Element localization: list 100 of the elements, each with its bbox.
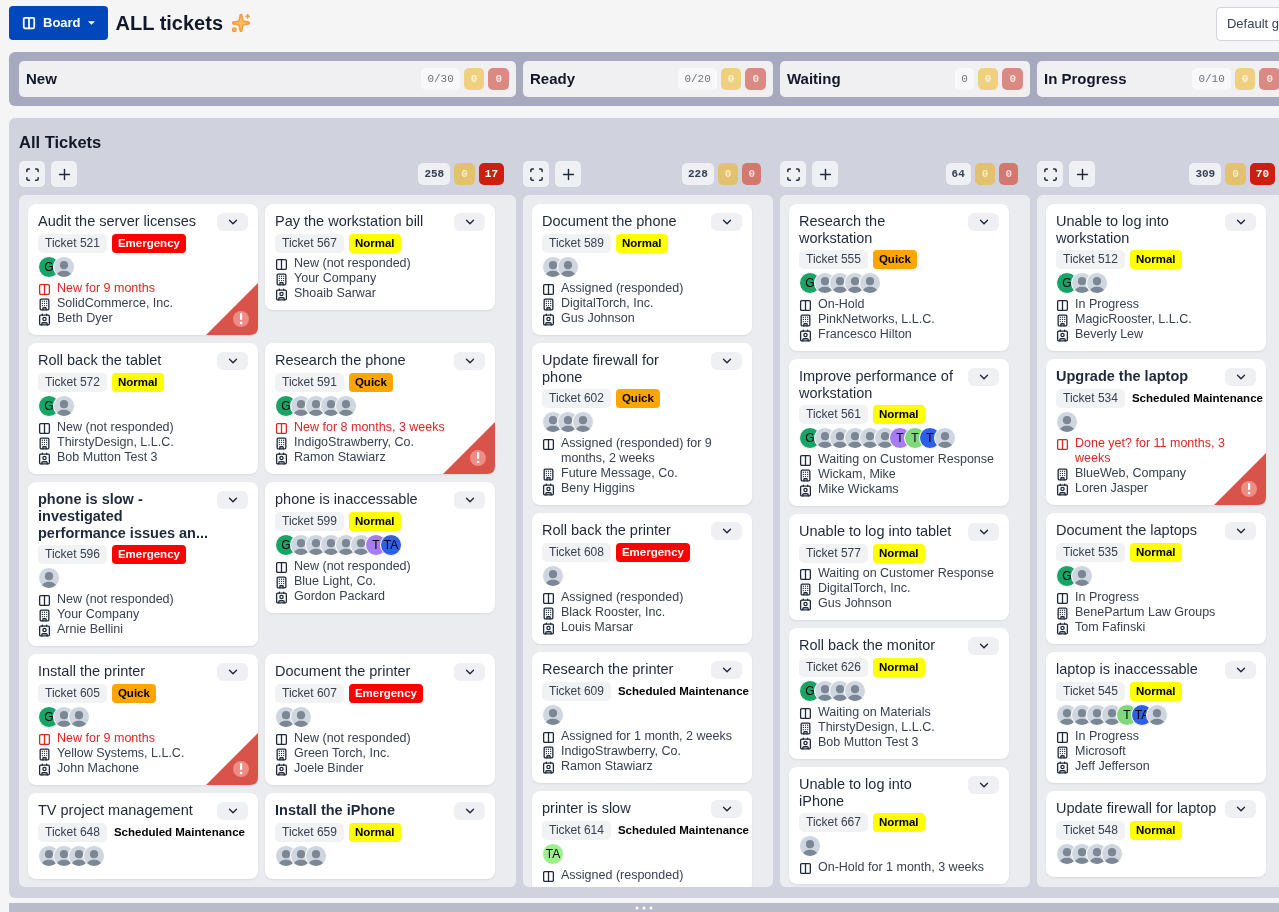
expand-button[interactable] xyxy=(1225,800,1256,818)
ticket-card[interactable]: Document the printer Ticket 607 Emergency New (not responded) Green Torch, Inc. Joele Binder xyxy=(265,654,495,785)
ticket-card[interactable]: Research the phone Ticket 591 Quick G New for 8 months, 3 weeks IndigoStrawberry, Co. Ramon Stawiarz xyxy=(265,343,495,474)
ticket-card[interactable]: Pay the workstation bill Ticket 567 Normal New (not responded) Your Company Shoaib Sarwar xyxy=(265,204,495,310)
expand-button[interactable] xyxy=(968,776,999,794)
add-button[interactable] xyxy=(812,161,838,187)
ticket-card[interactable]: Install the printer Ticket 605 Quick G New for 9 months Yellow Systems, L.L.C. John Machone xyxy=(28,654,258,785)
ticket-card[interactable]: Improve performance of workstation Ticket 561 Normal G T T T Waiting on Customer Response Wickam, Mike Mike Wickams xyxy=(789,359,1009,506)
filter-button[interactable]: Default g xyxy=(1215,7,1279,41)
ticket-title[interactable]: TV project management xyxy=(38,802,193,819)
ticket-title[interactable]: phone is slow - investigated performance issues an... xyxy=(38,491,209,542)
expand-button[interactable] xyxy=(711,661,742,679)
lane-header[interactable]: Ready 0/20 0 0 xyxy=(523,61,773,97)
ticket-title[interactable]: Research the printer xyxy=(542,661,674,678)
ticket-card[interactable]: phone is slow - investigated performance issues an... Ticket 596 Emergency New (not responded) Your Company Arnie Bellini xyxy=(28,482,258,646)
lane-header[interactable]: New 0/30 0 0 xyxy=(19,61,516,97)
ticket-title[interactable]: Audit the server licenses xyxy=(38,213,196,230)
ticket-title[interactable]: printer is slow xyxy=(542,800,631,817)
ticket-card[interactable]: Research the workstation Ticket 555 Quick G On-Hold PinkNetworks, L.L.C. Francesco Hilton xyxy=(789,204,1009,351)
fullscreen-button[interactable] xyxy=(780,161,806,187)
ticket-title[interactable]: Document the printer xyxy=(275,663,411,680)
ticket-card[interactable]: Roll back the tablet Ticket 572 Normal G New (not responded) ThirstyDesign, L.L.C. Bob Mutton Test 3 xyxy=(28,343,258,474)
expand-button[interactable] xyxy=(1225,522,1256,540)
ticket-card[interactable]: Document the phone Ticket 589 Normal Assigned (responded) DigitalTorch, Inc. Gus Johnson xyxy=(532,204,752,335)
expand-button[interactable] xyxy=(454,663,485,681)
ticket-card[interactable]: Unable to log into tablet Ticket 577 Normal Waiting on Customer Response DigitalTorch, Inc. Gus Johnson xyxy=(789,514,1009,620)
building-icon xyxy=(38,298,51,311)
ticket-title[interactable]: Unable to log into workstation xyxy=(1056,213,1217,247)
ticket-title[interactable]: laptop is inaccessable xyxy=(1056,661,1198,678)
ticket-card[interactable]: Roll back the printer Ticket 608 Emergency Assigned (responded) Black Rooster, Inc. Louis Marsar xyxy=(532,513,752,644)
ticket-title[interactable]: Roll back the monitor xyxy=(799,637,936,654)
ticket-card[interactable]: Roll back the monitor Ticket 626 Normal G Waiting on Materials ThirstyDesign, L.L.C. Bob Mutton Test 3 xyxy=(789,628,1009,759)
expand-button[interactable] xyxy=(711,213,742,231)
lane-header[interactable]: In Progress 0/10 0 0 xyxy=(1037,61,1279,97)
expand-button[interactable] xyxy=(711,352,742,370)
fullscreen-button[interactable] xyxy=(19,161,45,187)
ticket-number: Ticket 561 xyxy=(799,405,868,424)
ticket-card[interactable]: Upgrade the laptop Ticket 534 Scheduled Maintenance Done yet? for 11 months, 3 weeks BlueWeb, Company Loren Jasper xyxy=(1046,359,1266,505)
ticket-title[interactable]: Research the workstation xyxy=(799,213,960,247)
ticket-title[interactable]: Install the printer xyxy=(38,663,146,680)
expand-button[interactable] xyxy=(217,352,248,370)
contact-name: Bob Mutton Test 3 xyxy=(57,450,158,465)
company-name: BenePartum Law Groups xyxy=(1075,605,1216,620)
expand-button[interactable] xyxy=(217,663,248,681)
expand-button[interactable] xyxy=(968,523,999,541)
expand-button[interactable] xyxy=(454,352,485,370)
fullscreen-button[interactable] xyxy=(1037,161,1063,187)
board-view-button[interactable]: Board xyxy=(9,6,108,40)
ticket-card[interactable]: phone is inaccessable Ticket 599 Normal G T TA New (not responded) Blue Light, Co. Gordon Packard xyxy=(265,482,495,613)
expand-button[interactable] xyxy=(1225,368,1256,386)
ticket-number: Ticket 607 xyxy=(275,684,344,703)
expand-button[interactable] xyxy=(968,368,999,386)
ticket-title[interactable]: Improve performance of workstation xyxy=(799,368,960,402)
expand-button[interactable] xyxy=(1225,661,1256,679)
ticket-title[interactable]: Update firewall for laptop xyxy=(1056,800,1217,817)
expand-button[interactable] xyxy=(217,213,248,231)
ticket-title[interactable]: Pay the workstation bill xyxy=(275,213,424,230)
contact-icon xyxy=(275,763,288,776)
expand-button[interactable] xyxy=(968,637,999,655)
ticket-title[interactable]: Update firewall for phone xyxy=(542,352,703,386)
ticket-title[interactable]: phone is inaccessable xyxy=(275,491,418,508)
ticket-card[interactable]: TV project management Ticket 648 Scheduled Maintenance xyxy=(28,793,258,879)
priority-badge: Normal xyxy=(1129,682,1182,701)
ticket-title[interactable]: Upgrade the laptop xyxy=(1056,368,1189,385)
ticket-card[interactable]: Unable to log into workstation Ticket 512 Normal G In Progress MagicRooster, L.L.C. Beverly Lew xyxy=(1046,204,1266,351)
ticket-card[interactable]: Unable to log into iPhone Ticket 667 Normal On-Hold for 1 month, 3 weeks xyxy=(789,767,1009,884)
expand-button[interactable] xyxy=(711,800,742,818)
fullscreen-button[interactable] xyxy=(523,161,549,187)
contact-name: Ramon Stawiarz xyxy=(561,759,653,774)
add-button[interactable] xyxy=(51,161,77,187)
ticket-card[interactable]: Update firewall for laptop Ticket 548 Normal xyxy=(1046,791,1266,877)
expand-button[interactable] xyxy=(454,491,485,509)
ticket-card[interactable]: Update firewall for phone Ticket 602 Quick Assigned (responded) for 9 months, 2 weeks Future Message, Co. Beny Higgins xyxy=(532,343,752,505)
expand-button[interactable] xyxy=(217,802,248,820)
ticket-title[interactable]: Unable to log into tablet xyxy=(799,523,952,540)
columns-icon xyxy=(799,862,812,875)
ticket-card[interactable]: Document the laptops Ticket 535 Normal G In Progress BenePartum Law Groups Tom Fafinski xyxy=(1046,513,1266,644)
ticket-card[interactable]: Audit the server licenses Ticket 521 Emergency G New for 9 months SolidCommerce, Inc. Beth Dyer xyxy=(28,204,258,335)
ticket-card[interactable]: Research the printer Ticket 609 Scheduled Maintenance Assigned for 1 month, 2 weeks IndigoStrawberry, Co. Ramon Stawiarz xyxy=(532,652,752,783)
add-button[interactable] xyxy=(1069,161,1095,187)
expand-button[interactable] xyxy=(968,213,999,231)
expand-button[interactable] xyxy=(454,802,485,820)
ticket-card[interactable]: printer is slow Ticket 614 Scheduled Maintenance TA Assigned (responded) xyxy=(532,791,752,887)
ticket-card[interactable]: Install the iPhone Ticket 659 Normal xyxy=(265,793,495,879)
ticket-title[interactable]: Document the phone xyxy=(542,213,677,230)
ticket-title[interactable]: Roll back the tablet xyxy=(38,352,162,369)
company-name: PinkNetworks, L.L.C. xyxy=(818,312,935,327)
ticket-title[interactable]: Document the laptops xyxy=(1056,522,1198,539)
ticket-title[interactable]: Roll back the printer xyxy=(542,522,671,539)
priority-badge: Normal xyxy=(1129,821,1182,840)
ticket-title[interactable]: Research the phone xyxy=(275,352,406,369)
add-button[interactable] xyxy=(555,161,581,187)
building-icon xyxy=(542,468,555,481)
ticket-title[interactable]: Install the iPhone xyxy=(275,802,396,819)
expand-button[interactable] xyxy=(454,213,485,231)
expand-button[interactable] xyxy=(217,491,248,509)
lane-header[interactable]: Waiting 0 0 0 xyxy=(780,61,1030,97)
expand-button[interactable] xyxy=(1225,213,1256,231)
ticket-title[interactable]: Unable to log into iPhone xyxy=(799,776,960,810)
expand-button[interactable] xyxy=(711,522,742,540)
